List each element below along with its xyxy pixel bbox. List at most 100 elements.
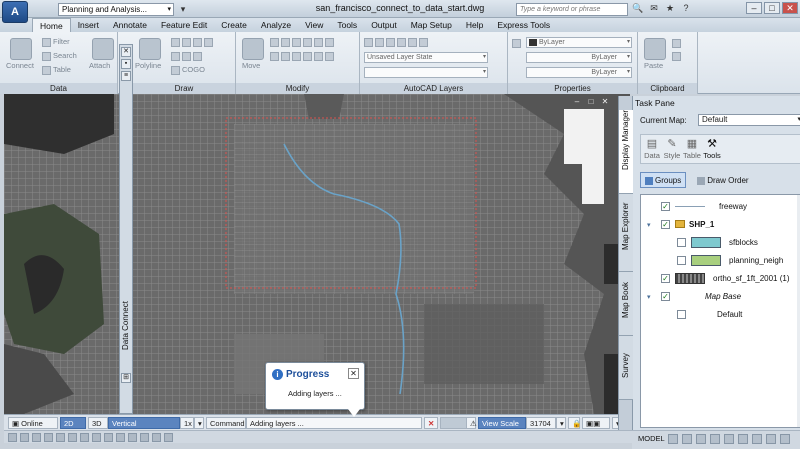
tab-map-setup[interactable]: Map Setup (404, 18, 459, 32)
layer-freeze-icon[interactable] (386, 37, 395, 47)
data-tool-button[interactable]: ▤ Data (643, 137, 661, 160)
quick-properties-icon[interactable] (140, 433, 149, 442)
communication-center-icon[interactable]: ✉ (648, 2, 660, 14)
groups-button[interactable]: Groups (640, 172, 687, 188)
palette-autohide-icon[interactable]: ▪ (121, 59, 131, 69)
favorites-icon[interactable]: ★ (664, 2, 676, 14)
layer-visibility-checkbox[interactable]: ✓ (661, 292, 670, 301)
lock-icon[interactable]: 🔒 (568, 417, 581, 429)
layer-row-sfblocks[interactable]: sfblocks (641, 235, 800, 251)
layer-group-map-base[interactable]: ▾ ✓ Map Base (641, 289, 800, 305)
polyline-button[interactable]: Polyline (135, 61, 161, 70)
collapse-icon[interactable]: ▾ (647, 293, 651, 301)
cut-icon[interactable] (672, 52, 681, 61)
rectangle-icon[interactable] (204, 37, 213, 47)
tab-annotate[interactable]: Annotate (106, 18, 154, 32)
qat-expand-icon[interactable]: ▾ (178, 4, 188, 14)
layer-off-icon[interactable] (375, 37, 384, 47)
spline-icon[interactable] (182, 51, 191, 61)
fillet-icon[interactable] (325, 37, 334, 47)
dyn-icon[interactable] (104, 433, 113, 442)
osnap-icon[interactable] (56, 433, 65, 442)
ortho-icon[interactable] (32, 433, 41, 442)
tab-survey[interactable]: Survey (619, 336, 633, 400)
copy-icon[interactable] (303, 37, 312, 47)
circle-icon[interactable] (182, 37, 191, 47)
showmotion-icon[interactable] (738, 434, 748, 444)
progress-close-button[interactable]: ✕ (348, 368, 359, 379)
view-3d-button[interactable]: 3D (88, 417, 108, 429)
view-2d-button[interactable]: 2D (60, 417, 86, 429)
warning-icon[interactable]: ⚠ (466, 417, 477, 429)
match-properties-icon[interactable] (512, 39, 521, 48)
array-icon[interactable] (292, 51, 301, 61)
draw-order-button[interactable]: Draw Order (692, 172, 753, 188)
layer-visibility-checkbox[interactable]: ✓ (661, 220, 670, 229)
style-tool-button[interactable]: ✎ Style (663, 137, 681, 160)
cogo-button[interactable]: COGO (171, 65, 205, 75)
vertical-exaggeration-value[interactable]: 1x (180, 417, 194, 429)
layer-state-select[interactable]: Unsaved Layer State ▾ (364, 52, 488, 63)
layer-row-freeway[interactable]: ✓ freeway (641, 199, 800, 215)
connect-button[interactable]: Connect (6, 61, 34, 70)
layer-lock-icon[interactable] (397, 37, 406, 47)
viewport-close-icon[interactable]: ✕ (600, 98, 610, 107)
tab-feature-edit[interactable]: Feature Edit (154, 18, 214, 32)
layer-select[interactable]: ▾ (364, 67, 488, 78)
erase-icon[interactable] (292, 37, 301, 47)
extend-icon[interactable] (325, 51, 334, 61)
line-icon[interactable] (171, 37, 180, 47)
minimize-button[interactable]: – (746, 2, 762, 14)
online-toggle[interactable]: ▣ Online (8, 417, 58, 429)
tab-insert[interactable]: Insert (71, 18, 106, 32)
quick-view-layouts-icon[interactable] (668, 434, 678, 444)
trim-icon[interactable] (281, 37, 290, 47)
filter-button[interactable]: Filter (42, 37, 70, 47)
grid-icon[interactable] (20, 433, 29, 442)
layer-group-shp1[interactable]: ▾ ✓ SHP_1 (641, 217, 800, 233)
tab-express-tools[interactable]: Express Tools (490, 18, 557, 32)
transparency-icon[interactable] (128, 433, 137, 442)
palette-close-icon[interactable]: ✕ (121, 47, 131, 57)
explode-icon[interactable] (303, 51, 312, 61)
lineweight-icon[interactable] (116, 433, 125, 442)
attach-button[interactable]: Attach (89, 61, 110, 70)
stretch-icon[interactable] (270, 51, 279, 61)
annotation-monitor-icon[interactable] (164, 433, 173, 442)
point-icon[interactable] (171, 51, 180, 61)
viewport-restore-icon[interactable]: □ (586, 98, 596, 107)
annotation-scale-icon[interactable] (752, 434, 762, 444)
view-scale-value[interactable]: 31704 (526, 417, 556, 429)
lineweight-select[interactable]: ByLayer ▾ (526, 67, 632, 78)
table-tool-button[interactable]: ▦ Table (683, 137, 701, 160)
search-icon[interactable]: 🔍 (632, 2, 644, 14)
command-line[interactable]: Adding layers ... (246, 417, 422, 429)
snap-icon[interactable] (8, 433, 17, 442)
tools-menu-button[interactable]: ⚒ Tools (703, 137, 721, 160)
3dosnap-icon[interactable] (68, 433, 77, 442)
tab-output[interactable]: Output (364, 18, 404, 32)
ducs-icon[interactable] (92, 433, 101, 442)
connect-icon[interactable] (10, 38, 32, 60)
polyline-icon[interactable] (139, 38, 161, 60)
help-search-input[interactable]: Type a keyword or phrase (516, 3, 628, 16)
current-map-select[interactable]: Default ▾ (698, 114, 800, 126)
move-button[interactable]: Move (242, 61, 260, 70)
paste-icon[interactable] (644, 38, 666, 60)
workspace-switcher[interactable]: Planning and Analysis... ▾ (58, 3, 174, 16)
tab-tools[interactable]: Tools (330, 18, 364, 32)
layer-properties-icon[interactable] (364, 37, 373, 47)
vertical-exaggeration-dropdown[interactable]: ▾ (194, 417, 204, 429)
zoom-icon[interactable] (710, 434, 720, 444)
tab-view[interactable]: View (298, 18, 330, 32)
viewport-minimize-icon[interactable]: – (572, 98, 582, 107)
layer-row-ortho[interactable]: ✓ ortho_sf_1ft_2001 (1) (641, 271, 800, 287)
arc-icon[interactable] (193, 37, 202, 47)
tab-map-explorer[interactable]: Map Explorer (619, 194, 633, 272)
move-icon[interactable] (242, 38, 264, 60)
layer-visibility-checkbox[interactable]: ✓ (661, 274, 670, 283)
tab-home[interactable]: Home (32, 18, 71, 32)
polar-icon[interactable] (44, 433, 53, 442)
mirror-icon[interactable] (314, 37, 323, 47)
layer-row-default[interactable]: Default (641, 307, 800, 323)
